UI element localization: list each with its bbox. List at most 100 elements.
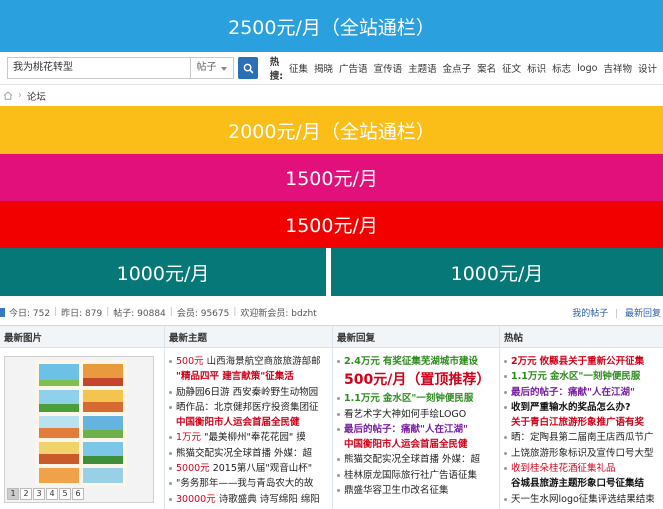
column-divider xyxy=(164,326,165,509)
list-item[interactable]: 晒作品：北京健邦医疗投资集团征 xyxy=(167,400,331,415)
latest-reply-link[interactable]: 最新回复 xyxy=(625,309,661,319)
list-item[interactable]: 励静园6日游 西安秦岭野生动物园 xyxy=(167,385,331,400)
hot-search-item[interactable]: 金点子 xyxy=(443,61,472,75)
bullet-icon xyxy=(504,467,507,471)
stat-yesterday: 昨日: 879 xyxy=(61,308,103,319)
hot-search-item[interactable]: 宣传语 xyxy=(374,61,403,75)
list-item[interactable]: "务务那年——我与青岛农大的故 xyxy=(167,476,331,491)
list-item-title: 中国衡阳市人运会首届全民健 xyxy=(176,417,300,429)
stats-links: 我的帖子 | 最新回复 xyxy=(572,306,661,319)
bullet-icon xyxy=(504,451,507,455)
list-item-title: 金水区"一刻钟便民服 xyxy=(382,393,474,405)
ad-banner-1500-red[interactable]: 1500元/月 xyxy=(0,201,663,248)
list-item[interactable]: 最后的帖子：痛献"人在江湖" xyxy=(502,385,663,400)
list-item-title: 上饶旅游形象标识及宣传口号大型 xyxy=(511,447,654,459)
list-item[interactable]: 收到严重输水的奖品怎么办? xyxy=(502,400,663,415)
list-item[interactable]: 关于青白江旅游形象推广语有奖 xyxy=(502,415,663,430)
list-item-title: 看艺术字大神如何手绘LOGO xyxy=(344,408,467,420)
hot-search-item[interactable]: 征集 xyxy=(289,61,308,75)
list-item-title: 收到严重输水的奖品怎么办? xyxy=(511,401,631,413)
my-posts-link[interactable]: 我的帖子 xyxy=(572,309,608,319)
bullet-icon xyxy=(337,412,340,416)
hot-posts-list: 2万元 攸縣县关于重新公开征集 1.1万元 金水区"一刻钟便民服 最后的帖子：痛… xyxy=(502,354,663,507)
slideshow-page[interactable]: 6 xyxy=(72,488,84,500)
list-item[interactable]: 天一生水网logo征集评选结果结束 xyxy=(502,492,663,507)
list-item[interactable]: 鼎盛华容卫生巾改名征集 xyxy=(335,483,498,498)
ad-banner-1000-right[interactable]: 1000元/月 xyxy=(331,248,663,296)
list-item[interactable]: "精品四平 建言献策"征集活 xyxy=(167,369,331,384)
list-item[interactable]: 30000元 诗歌盛典 诗写绵阳 绵阳 xyxy=(167,492,331,507)
slideshow-page[interactable]: 3 xyxy=(33,488,45,500)
hot-search-item[interactable]: 吉祥物 xyxy=(603,61,632,75)
latest-topics-list: 500元 山西海景航空商旅旅游部邮 "精品四平 建言献策"征集活 励静园6日游 … xyxy=(167,354,331,507)
ad-banner-text: 1500元/月 xyxy=(285,168,378,190)
breadcrumb-forum[interactable]: 论坛 xyxy=(27,89,46,103)
hot-search-item[interactable]: 案名 xyxy=(477,61,496,75)
bullet-icon xyxy=(169,451,172,455)
hot-search-item[interactable]: 标志 xyxy=(552,61,571,75)
list-item-title: 熊猫交配实况全球首播 外媒：超 xyxy=(344,454,481,466)
bullet-icon xyxy=(169,360,172,363)
search-type-label: 帖子 xyxy=(196,62,217,73)
ad-banner-1000-left[interactable]: 1000元/月 xyxy=(0,248,326,296)
image-slideshow[interactable]: 1 2 3 4 5 6 xyxy=(4,356,154,503)
ad-banner-2500[interactable]: 2500元/月（全站通栏） xyxy=(0,0,663,52)
list-item[interactable]: 2万元 攸縣县关于重新公开征集 xyxy=(502,354,663,369)
list-item-prize: 1万元 xyxy=(176,432,202,444)
ad-banner-2000[interactable]: 2000元/月（全站通栏） xyxy=(0,106,663,154)
slideshow-page[interactable]: 2 xyxy=(20,488,32,500)
list-item[interactable]: 中国衡阳市人运会首届全民健 xyxy=(167,415,331,430)
hot-search-item[interactable]: 揭晓 xyxy=(314,61,333,75)
poster-thumbnail[interactable] xyxy=(35,360,127,486)
search-input[interactable]: 我为桃花转型 xyxy=(7,57,190,79)
list-item[interactable]: 晒：定陶县第二届南王店西瓜节广 xyxy=(502,430,663,445)
bullet-icon xyxy=(504,360,507,363)
hot-search-item[interactable]: 征文 xyxy=(502,61,521,75)
slideshow-page[interactable]: 1 xyxy=(7,488,19,500)
list-item[interactable]: 收到桂朵桂花酒征集礼品 xyxy=(502,461,663,476)
hot-search-item[interactable]: 设计 xyxy=(638,61,657,75)
hot-search-item[interactable]: 主题语 xyxy=(408,61,437,75)
bullet-icon xyxy=(169,405,172,409)
hot-search-item[interactable]: logo xyxy=(577,63,597,74)
ad-banner-text: 1000元/月 xyxy=(450,262,544,285)
stat-separator: | xyxy=(106,307,110,317)
forum-columns: 最新图片 最新主题 最新回复 热帖 1 2 3 4 5 6 500元 山西海景航… xyxy=(0,325,663,509)
list-item-title: 金水区"一刻钟便民服 xyxy=(549,371,641,383)
bullet-icon xyxy=(504,497,507,501)
list-item[interactable]: 上饶旅游形象标识及宣传口号大型 xyxy=(502,446,663,461)
list-item[interactable]: 2.4万元 有奖征集芜湖城市建设 xyxy=(335,354,498,369)
list-item[interactable]: 桂林原龙国际旅行社广告语征集 xyxy=(335,468,498,483)
hot-search-item[interactable]: 广告语 xyxy=(339,61,368,75)
list-item[interactable]: 5000元 2015第八届"观音山杯" xyxy=(167,461,331,476)
list-item-title: 最后的帖子：痛献"人在江湖" xyxy=(511,386,635,398)
list-item[interactable]: 熊猫交配实况全球首播 外媒：超 xyxy=(167,446,331,461)
latest-replies-list: 2.4万元 有奖征集芜湖城市建设 500元/月（置顶推荐） 1.1万元 金水区"… xyxy=(335,354,498,498)
search-button[interactable] xyxy=(238,57,258,79)
list-item[interactable]: 中国衡阳市人运会首届全民健 xyxy=(335,437,498,452)
list-item[interactable]: 熊猫交配实况全球首播 外媒：超 xyxy=(335,452,498,467)
list-item[interactable]: 最后的帖子：痛献"人在江湖" xyxy=(335,422,498,437)
list-item[interactable]: 1万元 "最美柳州"奉花花园" 摸 xyxy=(167,430,331,445)
stat-new-member: 欢迎新会员: bdzht xyxy=(240,308,317,319)
stat-separator: | xyxy=(54,307,58,317)
list-item[interactable]: 1.1万元 金水区"一刻钟便民服 xyxy=(335,391,498,406)
list-item-title: 最后的帖子：痛献"人在江湖" xyxy=(344,423,468,435)
stats-icon xyxy=(0,307,5,317)
chevron-down-icon xyxy=(221,67,228,71)
ad-banner-1500-pink[interactable]: 1500元/月 xyxy=(0,154,663,201)
list-item-title: 有奖征集芜湖城市建设 xyxy=(382,356,478,367)
bullet-icon xyxy=(169,436,172,440)
list-item[interactable]: 看艺术字大神如何手绘LOGO xyxy=(335,407,498,422)
slideshow-page[interactable]: 4 xyxy=(46,488,58,500)
slideshow-page[interactable]: 5 xyxy=(59,488,71,500)
list-item-title: 诗歌盛典 诗写绵阳 绵阳 xyxy=(218,493,320,505)
list-item[interactable]: 谷城县旅游主题形象口号征集结 xyxy=(502,476,663,491)
ad-banner-text: 2000元/月（全站通栏） xyxy=(228,120,435,143)
list-item[interactable]: 500元/月（置顶推荐） xyxy=(335,369,498,391)
search-type-select[interactable]: 帖子 xyxy=(189,57,235,79)
home-icon[interactable] xyxy=(3,91,13,100)
hot-search-item[interactable]: 标识 xyxy=(527,61,546,75)
list-item[interactable]: 500元 山西海景航空商旅旅游部邮 xyxy=(167,354,331,369)
list-item[interactable]: 1.1万元 金水区"一刻钟便民服 xyxy=(502,369,663,384)
